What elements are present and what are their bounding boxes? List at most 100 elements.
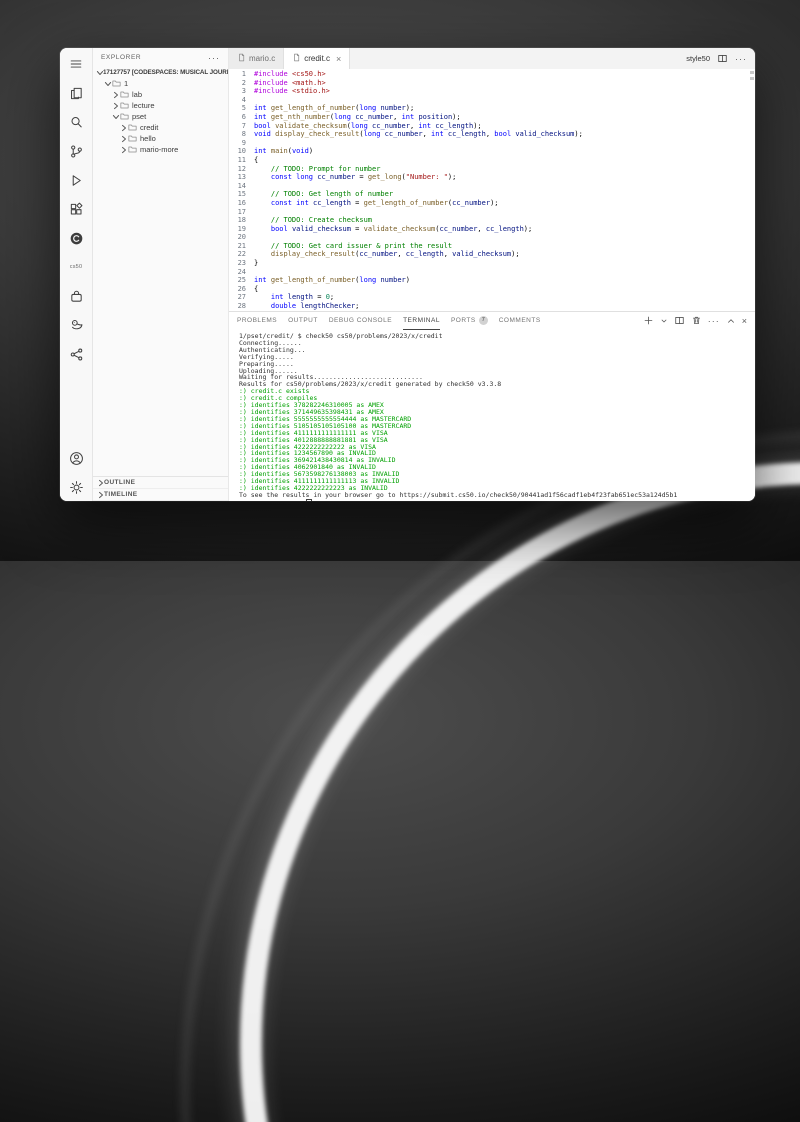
tree-item-label: lecture	[132, 101, 155, 110]
tab-mario-c[interactable]: mario.c	[229, 48, 284, 69]
code-line: 1#include <cs50.h>	[229, 70, 755, 79]
close-icon[interactable]: ×	[336, 54, 341, 64]
line-number: 11	[229, 156, 246, 165]
activity-bar-account-icon[interactable]	[68, 450, 84, 466]
code-line: 2#include <math.h>	[229, 79, 755, 88]
line-number: 2	[229, 79, 246, 88]
activity-bar-share-icon[interactable]	[68, 346, 84, 362]
panel-tab-ports[interactable]: PORTS7	[451, 312, 488, 330]
new-terminal-icon[interactable]	[643, 315, 654, 326]
code-line: 23}	[229, 259, 755, 268]
folder-icon	[120, 90, 129, 99]
code-line: 19 bool valid_checksum = validate_checks…	[229, 225, 755, 234]
code-line: 6int get_nth_number(long cc_number, int …	[229, 113, 755, 122]
activity-bar-duck-debugger-icon[interactable]	[68, 317, 84, 333]
tree-item-lab[interactable]: lab	[93, 89, 228, 100]
split-editor-icon[interactable]	[717, 53, 728, 64]
terminal-line: Connecting......	[239, 340, 755, 347]
activity-bar-cs50-label[interactable]: cs50	[68, 259, 84, 275]
activity-bar-explorer-icon[interactable]	[68, 85, 84, 101]
code-line: 25int get_length_of_number(long number)	[229, 276, 755, 285]
panel-tab-label: OUTPUT	[288, 317, 318, 324]
line-number: 14	[229, 182, 246, 191]
activity-bar-settings-gear-icon[interactable]	[68, 479, 84, 495]
code-line: 10int main(void)	[229, 147, 755, 156]
activity-bar-run-debug-icon[interactable]	[68, 172, 84, 188]
panel-tab-problems[interactable]: PROBLEMS	[237, 312, 277, 330]
code-line: 28 double lengthChecker;	[229, 302, 755, 311]
code-editor[interactable]: 1#include <cs50.h>2#include <math.h>3#in…	[229, 69, 755, 311]
line-number: 21	[229, 242, 246, 251]
terminal-line: To see the results in your browser go to…	[239, 492, 755, 499]
line-number: 27	[229, 293, 246, 302]
chevron-up-icon[interactable]	[726, 316, 736, 326]
panel-tab-label: PORTS	[451, 317, 476, 324]
code-text: const long cc_number = get_long("Number:…	[254, 173, 456, 182]
activity-bar-menu-icon[interactable]	[68, 56, 84, 72]
code-text: double lengthChecker;	[254, 302, 359, 311]
sidebar-title: EXPLORER	[101, 54, 141, 61]
more-actions-icon[interactable]: ···	[735, 57, 747, 61]
split-terminal-icon[interactable]	[674, 315, 685, 326]
tree-item-lecture[interactable]: lecture	[93, 100, 228, 111]
line-number: 8	[229, 130, 246, 139]
panel-tab-debug-console[interactable]: DEBUG CONSOLE	[329, 312, 392, 330]
file-icon	[292, 53, 301, 64]
panel-tab-output[interactable]: OUTPUT	[288, 312, 318, 330]
panel-tab-terminal[interactable]: TERMINAL	[403, 312, 440, 330]
tree-chevron-icon	[120, 146, 127, 154]
style50-button[interactable]: style50	[686, 54, 710, 63]
line-number: 7	[229, 122, 246, 131]
tab-credit-c[interactable]: credit.c×	[284, 48, 350, 69]
tree-item-label: credit	[140, 123, 158, 132]
activity-bar-cs50-logo-icon[interactable]	[68, 230, 84, 246]
terminal-line: 1/pset/credit/ $ check50 cs50/problems/2…	[239, 333, 755, 340]
tree-item-1[interactable]: 1	[93, 78, 228, 89]
tree-item-hello[interactable]: hello	[93, 133, 228, 144]
code-text: // TODO: Create checksum	[254, 216, 372, 225]
folder-icon	[120, 101, 129, 110]
code-text: int get_nth_number(long cc_number, int p…	[254, 113, 461, 122]
code-line: 18 // TODO: Create checksum	[229, 216, 755, 225]
activity-bar-search-icon[interactable]	[68, 114, 84, 130]
code-line: 24	[229, 268, 755, 277]
terminal-line: 1/pset/credit/ $	[239, 499, 755, 501]
tree-item-17127757-codespaces-musical-journey[interactable]: 17127757 [CODESPACES: MUSICAL JOURNEY]	[93, 67, 228, 78]
code-line: 8void display_check_result(long cc_numbe…	[229, 130, 755, 139]
more-actions-icon[interactable]: ···	[708, 319, 720, 323]
sidebar-header: EXPLORER ···	[93, 48, 228, 67]
activity-bar: cs50	[60, 48, 93, 501]
code-line: 26{	[229, 285, 755, 294]
code-line: 16 const int cc_length = get_length_of_n…	[229, 199, 755, 208]
code-text: int get_length_of_number(long number);	[254, 104, 414, 113]
explorer-sidebar: EXPLORER ··· 17127757 [CODESPACES: MUSIC…	[93, 48, 229, 501]
tree-item-label: pset	[132, 112, 146, 121]
sidebar-section-timeline[interactable]: TIMELINE	[93, 489, 228, 501]
activity-bar-extensions-icon[interactable]	[68, 201, 84, 217]
code-line: 22 display_check_result(cc_number, cc_le…	[229, 250, 755, 259]
tab-label: mario.c	[249, 54, 275, 63]
tree-chevron-icon	[112, 113, 119, 121]
activity-bar-source-control-icon[interactable]	[68, 143, 84, 159]
code-text: {	[254, 285, 258, 294]
tree-item-credit[interactable]: credit	[93, 122, 228, 133]
terminal[interactable]: 1/pset/credit/ $ check50 cs50/problems/2…	[229, 329, 755, 501]
panel-tab-comments[interactable]: COMMENTS	[499, 312, 541, 330]
bottom-panel: PROBLEMS OUTPUT DEBUG CONSOLE TERMINAL PORTS…	[229, 311, 755, 501]
tree-item-pset[interactable]: pset	[93, 111, 228, 122]
activity-bar-bag-icon[interactable]	[68, 288, 84, 304]
editor-group: mario.c credit.c× style50 ··· 1#include <cs…	[229, 48, 755, 501]
line-number: 12	[229, 165, 246, 174]
trash-icon[interactable]	[691, 315, 702, 326]
folder-icon	[120, 112, 129, 121]
close-icon[interactable]: ×	[742, 316, 747, 326]
more-actions-icon[interactable]: ···	[208, 56, 220, 60]
line-number: 1	[229, 70, 246, 79]
overview-ruler	[750, 71, 754, 83]
chevron-down-icon[interactable]	[660, 317, 668, 325]
sidebar-section-outline[interactable]: OUTLINE	[93, 477, 228, 489]
line-number: 16	[229, 199, 246, 208]
tree-item-mario-more[interactable]: mario-more	[93, 144, 228, 155]
line-number: 19	[229, 225, 246, 234]
line-number: 10	[229, 147, 246, 156]
